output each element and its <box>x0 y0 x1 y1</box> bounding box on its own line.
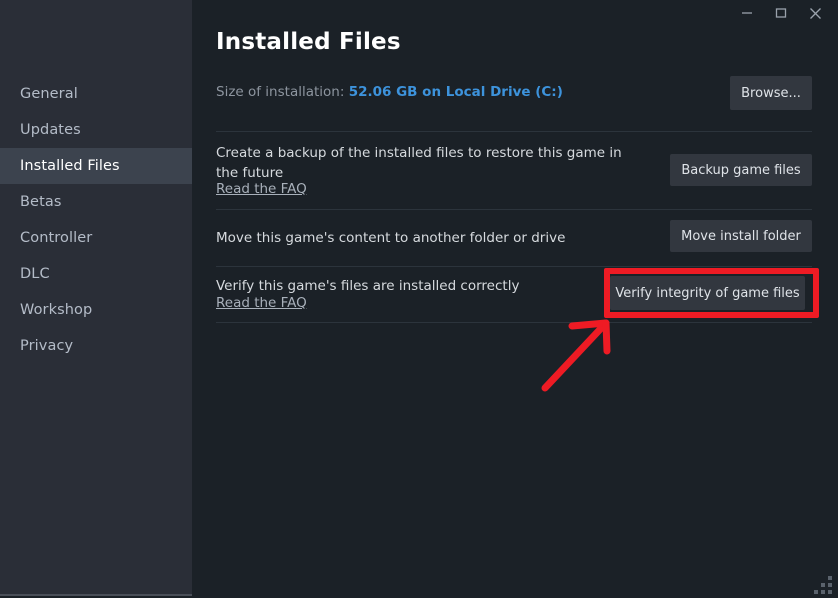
resize-grip[interactable] <box>812 572 832 594</box>
divider <box>216 209 812 210</box>
window-controls <box>730 0 832 26</box>
sidebar-item-label: General <box>20 86 78 102</box>
browse-button[interactable]: Browse... <box>730 76 812 110</box>
move-row-text: Move this game's content to another fold… <box>216 230 566 246</box>
sidebar-item-label: Controller <box>20 230 93 246</box>
close-icon <box>809 7 821 19</box>
backup-game-files-button[interactable]: Backup game files <box>670 154 812 186</box>
maximize-button[interactable] <box>764 0 798 26</box>
settings-window: General Updates Installed Files Betas Co… <box>0 0 838 598</box>
sidebar-item-betas[interactable]: Betas <box>0 184 192 220</box>
page-title: Installed Files <box>216 29 401 55</box>
sidebar-item-label: Installed Files <box>20 158 120 174</box>
sidebar-item-workshop[interactable]: Workshop <box>0 292 192 328</box>
verify-read-faq-link[interactable]: Read the FAQ <box>216 295 307 311</box>
divider <box>216 266 812 267</box>
close-button[interactable] <box>798 0 832 26</box>
divider <box>216 131 812 132</box>
verify-row-text: Verify this game's files are installed c… <box>216 278 520 294</box>
installed-files-panel: Installed Files Size of installation: 52… <box>192 0 838 598</box>
sidebar-item-label: Workshop <box>20 302 93 318</box>
maximize-icon <box>775 8 787 18</box>
installation-size-row: Size of installation: 52.06 GB on Local … <box>216 84 563 100</box>
settings-sidebar: General Updates Installed Files Betas Co… <box>0 0 192 596</box>
installation-size-value: 52.06 GB on Local Drive (C:) <box>348 84 563 100</box>
backup-row-text: Create a backup of the installed files t… <box>216 145 622 181</box>
sidebar-item-label: DLC <box>20 266 50 282</box>
sidebar-item-label: Betas <box>20 194 62 210</box>
sidebar-item-dlc[interactable]: DLC <box>0 256 192 292</box>
divider <box>216 322 812 323</box>
backup-read-faq-link[interactable]: Read the FAQ <box>216 181 307 197</box>
minimize-button[interactable] <box>730 0 764 26</box>
sidebar-item-label: Updates <box>20 122 81 138</box>
minimize-icon <box>742 12 752 14</box>
sidebar-item-privacy[interactable]: Privacy <box>0 328 192 364</box>
sidebar-item-controller[interactable]: Controller <box>0 220 192 256</box>
move-install-folder-button[interactable]: Move install folder <box>670 220 812 252</box>
sidebar-item-updates[interactable]: Updates <box>0 112 192 148</box>
sidebar-item-label: Privacy <box>20 338 74 354</box>
sidebar-item-general[interactable]: General <box>0 76 192 112</box>
installation-size-label: Size of installation: <box>216 84 345 100</box>
verify-integrity-button[interactable]: Verify integrity of game files <box>610 276 805 310</box>
sidebar-item-installed-files[interactable]: Installed Files <box>0 148 192 184</box>
